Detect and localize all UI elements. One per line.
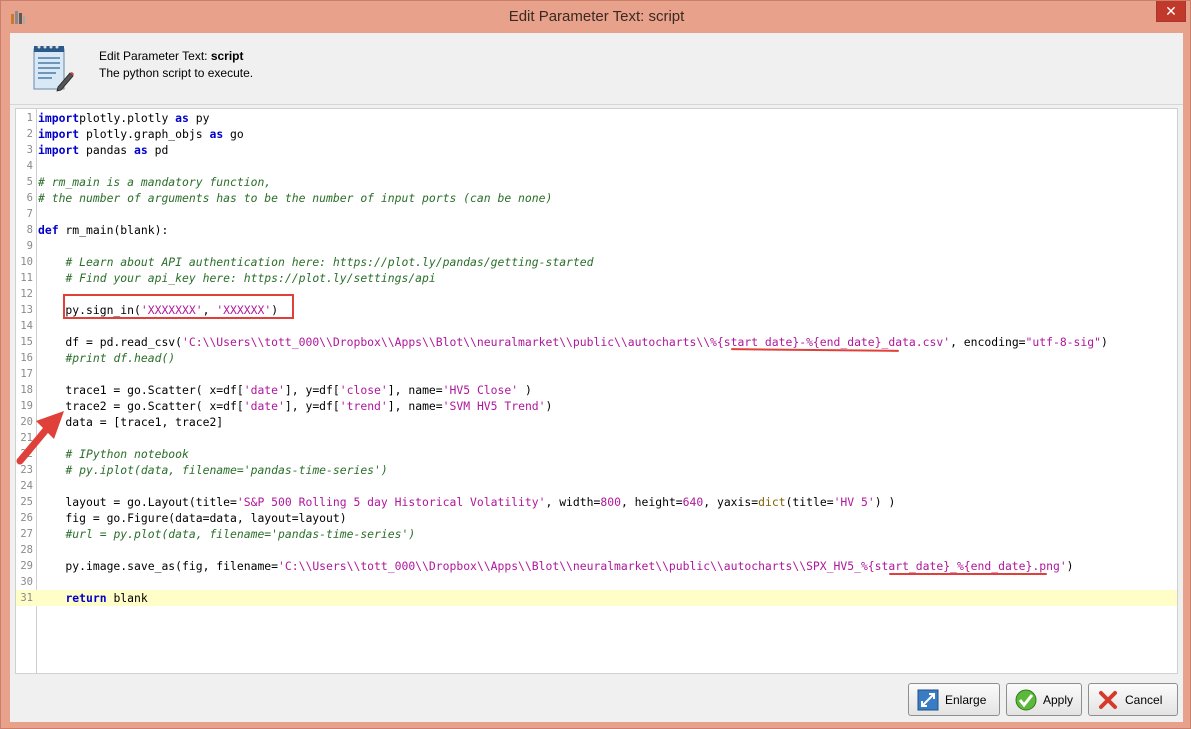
close-button[interactable]: ✕ [1156, 1, 1186, 22]
header-title-prefix: Edit Parameter Text: [99, 49, 211, 63]
line-number: 27 [20, 528, 33, 540]
line-number: 26 [20, 512, 33, 524]
code-line[interactable]: 4 [16, 158, 1177, 174]
code-line[interactable]: 6 # the number of arguments has to be the… [16, 190, 1177, 206]
cancel-x-icon [1099, 690, 1117, 709]
code-line[interactable]: 30 [16, 574, 1177, 590]
code-line[interactable]: 10 # Learn about API authentication here… [16, 254, 1177, 270]
enlarge-button[interactable]: Enlarge [908, 683, 1000, 716]
code-line[interactable]: 24 [16, 478, 1177, 494]
annotation-underline [889, 573, 1047, 575]
code-text: layout = go.Layout(title='S&P 500 Rollin… [38, 495, 896, 509]
code-line[interactable]: 1 importplotly.plotly as py [16, 110, 1177, 126]
code-editor[interactable]: 1 importplotly.plotly as py 2 import plotly… [15, 108, 1178, 674]
button-bar: Enlarge Apply Cancel [10, 677, 1183, 722]
code-line[interactable]: 25 layout = go.Layout(title='S&P 500 Rol… [16, 494, 1177, 510]
apply-button[interactable]: Apply [1006, 683, 1082, 716]
code-text: trace1 = go.Scatter( x=df['date'], y=df[… [38, 383, 532, 397]
code-line[interactable]: 18 trace1 = go.Scatter( x=df['date'], y=… [16, 382, 1177, 398]
code-text: # Find your api_key here: https://plot.l… [65, 271, 436, 285]
line-number: 1 [26, 112, 33, 124]
code-line[interactable]: 20 data = [trace1, trace2] [16, 414, 1177, 430]
line-number: 6 [26, 192, 33, 204]
line-number: 5 [26, 176, 33, 188]
cancel-button[interactable]: Cancel [1088, 683, 1178, 716]
window-title: Edit Parameter Text: script [508, 8, 685, 25]
cancel-label: Cancel [1125, 692, 1163, 707]
code-text: # the number of arguments has to be the … [38, 191, 553, 205]
code-text: importplotly.plotly as py [38, 111, 210, 125]
code-line[interactable]: 16 #print df.head() [16, 350, 1177, 366]
annotation-arrow-icon [16, 411, 64, 465]
code-line[interactable]: 9 [16, 238, 1177, 254]
line-number: 15 [20, 336, 33, 348]
code-line[interactable]: 22 # IPython notebook [16, 446, 1177, 462]
code-text: fig = go.Figure(data=data, layout=layout… [38, 511, 347, 525]
code-line[interactable]: 31 return blank [16, 590, 1177, 606]
code-line[interactable]: 29 py.image.save_as(fig, filename='C:\\U… [16, 558, 1177, 574]
line-number: 18 [20, 384, 33, 396]
code-text: # Learn about API authentication here: h… [65, 255, 594, 269]
line-number: 25 [20, 496, 33, 508]
code-line[interactable]: 27 #url = py.plot(data, filename='pandas… [16, 526, 1177, 542]
title-bar[interactable]: Edit Parameter Text: script ✕ [1, 1, 1191, 33]
code-line[interactable]: 17 [16, 366, 1177, 382]
line-number: 11 [20, 272, 33, 284]
line-number: 16 [20, 352, 33, 364]
code-line[interactable]: 21 [16, 430, 1177, 446]
line-number: 30 [20, 576, 33, 588]
annotation-box [63, 294, 294, 319]
code-line[interactable]: 28 [16, 542, 1177, 558]
dialog-header: Edit Parameter Text: script The python s… [10, 33, 1183, 105]
code-line[interactable]: 8 def rm_main(blank): [16, 222, 1177, 238]
header-title: Edit Parameter Text: script [99, 49, 244, 63]
line-number: 14 [20, 320, 33, 332]
header-title-param: script [210, 49, 244, 63]
apply-label: Apply [1043, 692, 1074, 707]
checkmark-icon [1015, 689, 1037, 710]
code-line[interactable]: 2 import plotly.graph_objs as go [16, 126, 1177, 142]
edit-document-icon [33, 45, 74, 92]
code-text: import pandas as pd [38, 143, 169, 157]
code-text: # py.iplot(data, filename='pandas-time-s… [65, 463, 388, 477]
code-line[interactable]: 5 # rm_main is a mandatory function, [16, 174, 1177, 190]
line-number: 17 [20, 368, 33, 380]
line-number: 4 [26, 160, 33, 172]
code-line[interactable]: 26 fig = go.Figure(data=data, layout=lay… [16, 510, 1177, 526]
line-number: 13 [20, 304, 33, 316]
dialog-window: Edit Parameter Text: script ✕ Edit Param… [0, 0, 1191, 729]
line-number: 12 [20, 288, 33, 300]
line-number: 7 [26, 208, 33, 220]
code-text: def rm_main(blank): [38, 223, 169, 237]
enlarge-label: Enlarge [945, 692, 987, 707]
line-number: 29 [20, 560, 33, 572]
code-text: df = pd.read_csv('C:\\Users\\tott_000\\D… [38, 335, 1108, 349]
code-line[interactable]: 15 df = pd.read_csv('C:\\Users\\tott_000… [16, 334, 1177, 350]
line-number: 9 [26, 240, 33, 252]
code-text: #print df.head() [65, 351, 176, 365]
line-number: 8 [26, 224, 33, 236]
code-line[interactable]: 7 [16, 206, 1177, 222]
code-text: import plotly.graph_objs as go [38, 127, 244, 141]
code-text: py.image.save_as(fig, filename='C:\\User… [38, 559, 1074, 573]
line-number: 2 [26, 128, 33, 140]
line-number: 10 [20, 256, 33, 268]
code-line[interactable]: 11 # Find your api_key here: https://plo… [16, 270, 1177, 286]
code-text: #url = py.plot(data, filename='pandas-ti… [65, 527, 416, 541]
line-number: 28 [20, 544, 33, 556]
code-line[interactable]: 19 trace2 = go.Scatter( x=df['date'], y=… [16, 398, 1177, 414]
code-line[interactable]: 14 [16, 318, 1177, 334]
line-number: 3 [26, 144, 33, 156]
code-text: return blank [65, 591, 148, 605]
code-text: # rm_main is a mandatory function, [38, 175, 272, 189]
header-description: The python script to execute. [99, 66, 254, 80]
code-text: trace2 = go.Scatter( x=df['date'], y=df[… [38, 399, 553, 413]
dialog-client-area: Edit Parameter Text: script The python s… [10, 33, 1183, 722]
code-line[interactable]: 23 # py.iplot(data, filename='pandas-tim… [16, 462, 1177, 478]
line-number: 31 [20, 592, 33, 604]
line-number: 24 [20, 480, 33, 492]
code-line[interactable]: 3 import pandas as pd [16, 142, 1177, 158]
enlarge-icon [917, 689, 939, 710]
